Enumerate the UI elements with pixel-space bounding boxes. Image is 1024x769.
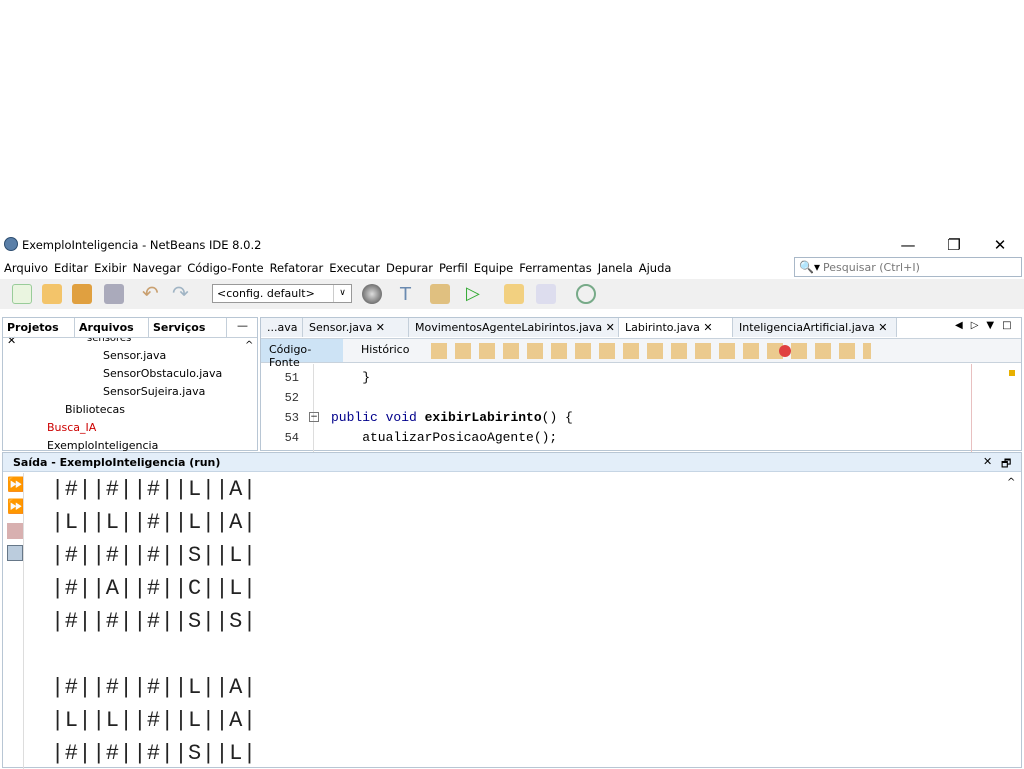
config-value: <config. default> [217, 287, 315, 300]
menu-item[interactable]: Janela [598, 261, 633, 275]
config-select[interactable]: <config. default> ∨ [212, 284, 352, 303]
output-line: |#||#||#||S||S| [51, 609, 257, 634]
minimize-panel-button[interactable]: — [237, 319, 248, 332]
minimize-button[interactable]: — [885, 234, 931, 256]
search-input[interactable]: 🔍▾ Pesquisar (Ctrl+I) [794, 257, 1022, 277]
output-title: Saída - ExemploInteligencia (run) [13, 456, 221, 469]
error-stripe-marker[interactable] [1009, 370, 1015, 376]
save-all-icon[interactable] [104, 284, 124, 304]
restore-button[interactable]: ❐ [931, 234, 977, 256]
menu-item[interactable]: Editar [54, 261, 88, 275]
output-line: |#||A||#||C||L| [51, 576, 257, 601]
menu-item[interactable]: Ajuda [639, 261, 672, 275]
output-line: |#||#||#||S||L| [51, 741, 257, 766]
undo-icon[interactable]: ↶ [142, 283, 162, 304]
editor-tab-movimentos[interactable]: MovimentosAgenteLabirintos.java ✕ [409, 318, 619, 337]
redo-icon[interactable]: ↷ [172, 283, 192, 304]
menu-item[interactable]: Equipe [474, 261, 513, 275]
settings-icon[interactable] [7, 545, 23, 561]
tree-project-exemplo[interactable]: ExemploInteligencia [47, 439, 158, 452]
clean-build-icon[interactable] [430, 284, 450, 304]
projects-panel: Projetos ✕ Arquivos Serviços — sensores … [2, 317, 258, 452]
menu-item[interactable]: Ferramentas [519, 261, 591, 275]
tab-historico[interactable]: Histórico [361, 343, 409, 356]
search-icon: 🔍▾ [799, 260, 820, 274]
close-output-button[interactable]: ✕ [983, 455, 992, 468]
tree-file[interactable]: SensorObstaculo.java [103, 367, 222, 380]
menu-item[interactable]: Exibir [94, 261, 127, 275]
profile-icon[interactable] [576, 284, 596, 304]
menu-item[interactable]: Executar [329, 261, 380, 275]
code-line[interactable]: public void exibirLabirinto() { [331, 410, 573, 425]
fold-icon[interactable]: − [309, 412, 319, 422]
line-number: 52 [284, 391, 299, 405]
output-line: |#||#||#||L||A| [51, 675, 257, 700]
editor-panel: ...ava Sensor.java ✕ MovimentosAgenteLab… [260, 317, 1022, 452]
editor-toolbar-icons[interactable] [431, 343, 871, 359]
chevron-down-icon: ∨ [333, 285, 351, 302]
stop-icon[interactable] [7, 523, 23, 539]
new-project-icon[interactable] [42, 284, 62, 304]
output-line: |#||#||#||S||L| [51, 543, 257, 568]
scroll-up-button[interactable]: ^ [245, 340, 253, 351]
menu-item[interactable]: Navegar [133, 261, 182, 275]
code-line[interactable]: atualizarPosicaoAgente(); [331, 430, 557, 445]
record-macro-icon[interactable] [779, 345, 791, 357]
tab-projetos[interactable]: Projetos ✕ [3, 318, 75, 347]
output-line: |L||L||#||L||A| [51, 510, 257, 535]
editor-tab-labirinto[interactable]: Labirinto.java ✕ [619, 318, 733, 337]
tab-navigation-icons[interactable]: ◀▷▼□ [955, 320, 1020, 331]
editor-tab[interactable]: ...ava [261, 318, 303, 337]
tree-file[interactable]: Sensor.java [103, 349, 166, 362]
scroll-up-button[interactable]: ^ [1007, 477, 1015, 488]
line-number: 51 [284, 371, 299, 385]
line-number: 54 [284, 431, 299, 445]
editor-tab-inteligencia[interactable]: InteligenciaArtificial.java ✕ [733, 318, 897, 337]
tree-project-busca-ia[interactable]: Busca_IA [47, 421, 96, 434]
output-line: |#||#||#||L||A| [51, 477, 257, 502]
toolbar: ↶ ↷ T ▷ [0, 279, 1024, 309]
tree-libraries[interactable]: Bibliotecas [65, 403, 125, 416]
search-placeholder: Pesquisar (Ctrl+I) [823, 261, 920, 274]
tab-codigo-fonte[interactable]: Código-Fonte [261, 339, 343, 369]
window-title: ExemploInteligencia - NetBeans IDE 8.0.2 [22, 238, 262, 252]
test-icon[interactable] [536, 284, 556, 304]
output-line: |L||L||#||L||A| [51, 708, 257, 733]
editor-tab-sensor[interactable]: Sensor.java ✕ [303, 318, 409, 337]
open-project-icon[interactable] [72, 284, 92, 304]
close-window-button[interactable]: ✕ [977, 234, 1023, 256]
tree-file[interactable]: SensorSujeira.java [103, 385, 205, 398]
globe-icon[interactable] [362, 284, 382, 304]
code-line[interactable]: } [331, 370, 370, 385]
tab-servicos[interactable]: Serviços [149, 318, 227, 337]
build-hammer-icon[interactable]: T [400, 284, 420, 305]
run-icon[interactable]: ▷ [466, 284, 486, 304]
menu-item[interactable]: Depurar [386, 261, 433, 275]
float-output-button[interactable]: 🗗 [1001, 455, 1011, 474]
debug-icon[interactable] [504, 284, 524, 304]
menu-item[interactable]: Arquivo [4, 261, 48, 275]
output-panel: Saída - ExemploInteligencia (run) ✕ 🗗 ⏩ … [2, 452, 1022, 769]
menu-item[interactable]: Perfil [439, 261, 468, 275]
tab-arquivos[interactable]: Arquivos [75, 318, 149, 337]
menu-item[interactable]: Código-Fonte [187, 261, 263, 275]
menu-item[interactable]: Refatorar [270, 261, 324, 275]
new-file-icon[interactable] [12, 284, 32, 304]
line-number: 53 [284, 411, 299, 425]
title-bar: ExemploInteligencia - NetBeans IDE 8.0.2… [0, 232, 1024, 256]
netbeans-logo-icon [4, 237, 18, 251]
rerun-different-icon[interactable]: ⏩ [7, 499, 24, 515]
rerun-icon[interactable]: ⏩ [7, 477, 24, 493]
